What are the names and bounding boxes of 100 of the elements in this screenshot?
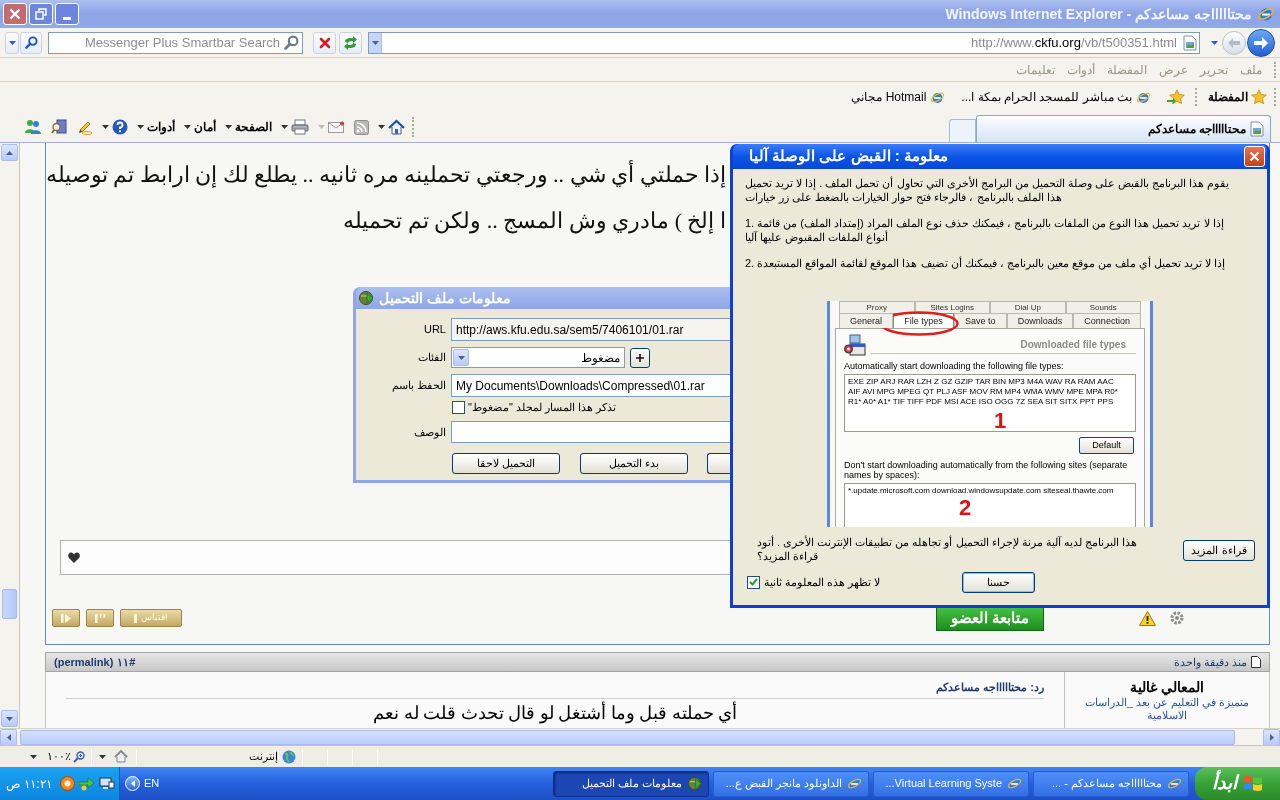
default-button[interactable]: Default [1079, 437, 1134, 454]
home-icon [388, 119, 405, 135]
zoom-icon [73, 750, 85, 763]
browser-icon [847, 776, 862, 791]
minimize-button[interactable] [55, 3, 79, 25]
caret-icon [6, 716, 13, 721]
zoom-button[interactable]: ١٠٠٪ [47, 748, 85, 765]
author-name: المعالي غالية [1130, 678, 1204, 696]
favorite-link[interactable]: Hotmail مجاني [849, 88, 948, 106]
settings-tab[interactable]: General [839, 313, 894, 328]
post-action-button[interactable] [52, 609, 80, 627]
close-button[interactable] [3, 3, 27, 25]
caret-icon [30, 754, 37, 759]
refresh-button[interactable] [339, 31, 362, 54]
settings-tab[interactable]: Save to [953, 313, 1007, 328]
browser-tab[interactable]: محتاااااجه مساعدكم [976, 115, 1271, 142]
back-button[interactable] [1247, 28, 1275, 57]
caret-icon [184, 125, 191, 129]
refresh-icon [343, 35, 358, 50]
network-icon [98, 776, 115, 791]
add-category-button[interactable] [630, 347, 650, 368]
taskbar-button[interactable]: معلومات ملف التحميل [553, 770, 709, 797]
caret-icon [102, 125, 109, 129]
command-menu[interactable]: أدوات [135, 116, 177, 138]
command-menu[interactable]: الصفحة [223, 116, 274, 138]
post-action-button[interactable] [86, 609, 114, 627]
favorite-link[interactable]: بث مباشر للمسجد الحرام بمكة ا... [959, 88, 1153, 106]
page-icon [1250, 121, 1264, 137]
close-button[interactable] [1244, 146, 1265, 167]
star-icon [1251, 89, 1267, 105]
quote-marks-icon [94, 613, 106, 623]
arrow-right-icon [1254, 36, 1268, 49]
scroll-left-button[interactable] [0, 728, 17, 746]
feed-icon [354, 119, 369, 135]
checkbox-label: تذكر هذا المسار لمجلد "مضغوط" [468, 399, 617, 416]
caret-icon [457, 355, 465, 360]
warning-icon [1139, 610, 1156, 626]
settings-tab[interactable]: Dial Up [990, 301, 1066, 313]
show-hidden-icons-button[interactable] [125, 776, 140, 791]
settings-tab[interactable]: Connection [1073, 313, 1141, 328]
caret-left-icon [6, 733, 11, 741]
dialog-button[interactable]: التحميل لاحقا [452, 453, 560, 474]
favorites-button[interactable]: المفضلة [1205, 88, 1270, 106]
flag-icon [1243, 774, 1263, 793]
post-time: منذ دقيقة واحدة [1173, 654, 1247, 671]
search-field[interactable]: Messenger Plus Smartbar Search [48, 31, 303, 54]
permalink[interactable]: (permalink) [54, 653, 114, 671]
field-label: الحفظ باسم [390, 378, 446, 394]
close-icon [9, 8, 21, 20]
address-dropdown-button[interactable] [369, 32, 382, 53]
settings-tab[interactable]: Sites Logins [914, 301, 990, 313]
round-app-icon [59, 776, 75, 791]
field-label: Don't start downloading automatically from the following sites (separate names by spaces): [844, 460, 1129, 480]
gear-icon [1169, 610, 1185, 626]
globe-icon [282, 749, 296, 764]
taskbar-button[interactable]: Virtual Learning Syste... [873, 770, 1029, 797]
settings-tab[interactable]: Proxy [839, 301, 915, 313]
field-label: الوصف [413, 424, 446, 441]
checkbox[interactable] [747, 575, 760, 589]
computer-icon [844, 334, 866, 356]
dropdown-button[interactable] [453, 349, 469, 366]
caret-icon [378, 125, 385, 129]
scroll-right-button[interactable] [1263, 728, 1280, 746]
scroll-up-button[interactable] [1, 144, 18, 161]
taskbar-button[interactable]: محتاااااجه مساعدكم - ... [1033, 770, 1189, 797]
document-icon [1251, 656, 1261, 668]
search-options-button[interactable] [5, 31, 19, 54]
check-icon [749, 578, 758, 586]
search-button[interactable] [20, 31, 42, 54]
settings-tab[interactable]: Sounds [1065, 301, 1141, 313]
post-number: #١١ [117, 654, 136, 670]
dialog-button[interactable]: بدء التحميل [580, 453, 688, 474]
info-question: هذا البرنامج لديه آلية مرنة لإجراء التحميل أو تجاهله من تطبيقات الإنترنت الأخرى . أتود قراءة المزيد؟ [757, 535, 1138, 563]
pencil-icon [77, 119, 93, 135]
house-icon [114, 750, 128, 763]
taskbar-button[interactable]: الداونلود مانجر القبض ع... [713, 770, 869, 797]
post-title: رد: محتاااااجه مساعدكم [936, 681, 1044, 694]
arrows-icon [78, 776, 95, 791]
ok-button[interactable]: حسنا [962, 571, 1035, 593]
scrollbar-thumb[interactable] [2, 589, 17, 619]
stop-button[interactable] [313, 31, 336, 54]
caret-up-icon [6, 150, 13, 155]
read-more-button[interactable]: قراءة المزيد [1183, 540, 1255, 561]
close-icon [1249, 151, 1260, 162]
scroll-down-button[interactable] [1, 710, 18, 727]
command-menu[interactable]: أمان [182, 116, 218, 138]
field-label: Automatically start downloading the following file types: [844, 361, 1065, 371]
add-favorite-button[interactable] [1165, 89, 1187, 105]
checkbox[interactable] [452, 400, 465, 414]
restore-button[interactable] [29, 3, 53, 25]
home-button[interactable] [376, 116, 407, 138]
search-icon [284, 35, 299, 50]
post-text: أي حملته قبل وما أشتغل لو قال تحدث قلت له نعم [373, 702, 737, 724]
print-button[interactable] [279, 116, 311, 138]
info-paragraph: 1. إذا لا تريد تحميل هذا النوع من الملفات بالبرنامج ، فيمكنك حذف نوع الملف المراد (إمتداد الملف) من قائمة أنواع الملفات المقبوض عليها آليا [745, 216, 1225, 244]
settings-tab[interactable]: Downloads [1006, 313, 1074, 328]
address-field[interactable]: http://www.ckfu.org/vb/t500351.html [368, 31, 1200, 54]
category-select[interactable]: مضغوط [451, 347, 625, 368]
help-icon [112, 119, 128, 135]
close-icon [318, 36, 331, 49]
